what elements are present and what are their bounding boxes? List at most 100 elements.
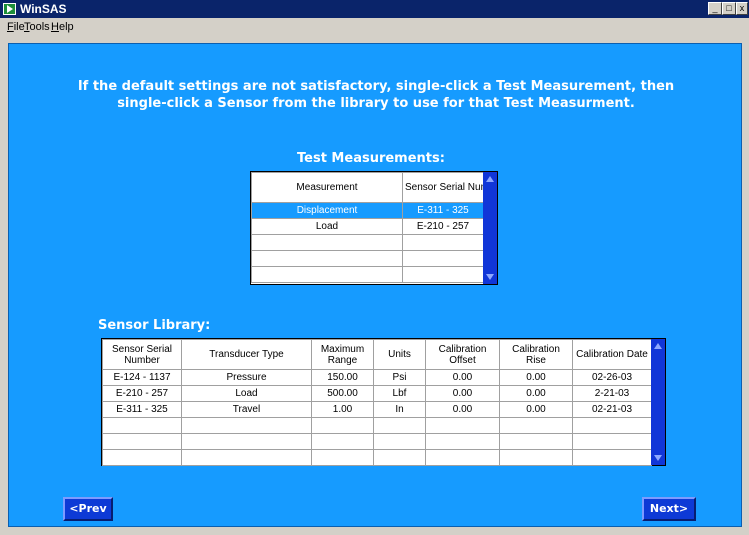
table-cell[interactable]: 500.00 <box>311 385 374 402</box>
sensor-library-header: Sensor Serial Number Transducer Type Max… <box>102 339 652 370</box>
table-cell[interactable] <box>181 417 312 434</box>
table-cell[interactable]: E-311 - 325 <box>102 401 182 418</box>
table-cell[interactable] <box>402 234 484 251</box>
column-header-sensor-serial-number[interactable]: Sensor Serial Number <box>402 172 484 203</box>
table-row[interactable] <box>102 449 652 466</box>
table-cell[interactable]: Lbf <box>373 385 426 402</box>
table-row[interactable] <box>251 234 484 251</box>
column-header-calibration-date[interactable]: Calibration Date <box>572 339 652 370</box>
table-cell[interactable]: E-311 - 325 <box>402 202 484 219</box>
table-cell[interactable] <box>102 433 182 450</box>
table-cell[interactable]: 1.00 <box>311 401 374 418</box>
menu-file[interactable]: File <box>7 21 25 33</box>
main-panel: If the default settings are not satisfac… <box>8 43 742 527</box>
menu-tools[interactable]: Tools <box>24 21 50 33</box>
close-button[interactable]: x <box>736 2 748 15</box>
table-cell[interactable] <box>402 250 484 267</box>
test-measurements-title: Test Measurements: <box>297 151 445 166</box>
table-cell[interactable] <box>373 433 426 450</box>
minimize-button[interactable]: _ <box>708 2 722 15</box>
table-cell[interactable]: 0.00 <box>425 385 500 402</box>
column-header-calibration-offset[interactable]: Calibration Offset <box>425 339 500 370</box>
table-cell[interactable] <box>499 433 573 450</box>
next-button[interactable]: Next> <box>642 497 696 521</box>
table-row[interactable] <box>251 250 484 267</box>
maximize-button[interactable]: □ <box>722 2 736 15</box>
sensor-library-table: Sensor Serial Number Transducer Type Max… <box>101 338 666 466</box>
table-cell[interactable]: 0.00 <box>499 385 573 402</box>
table-row[interactable]: Displacement E-311 - 325 <box>251 202 484 219</box>
table-cell[interactable] <box>251 234 403 251</box>
instructions-text: If the default settings are not satisfac… <box>9 78 743 112</box>
table-cell[interactable]: 0.00 <box>425 369 500 386</box>
menu-help[interactable]: Help <box>51 21 74 33</box>
instructions-line-2: single-click a Sensor from the library t… <box>117 96 635 111</box>
column-header-maximum-range[interactable]: Maximum Range <box>311 339 374 370</box>
table-cell[interactable] <box>425 433 500 450</box>
table-cell[interactable] <box>311 449 374 466</box>
scroll-down-arrow-icon[interactable] <box>654 455 662 461</box>
test-measurements-table: Measurement Sensor Serial Number Displac… <box>250 171 498 285</box>
table-cell[interactable] <box>572 417 652 434</box>
table-cell[interactable]: Displacement <box>251 202 403 219</box>
column-header-sensor-serial-number[interactable]: Sensor Serial Number <box>102 339 182 370</box>
sensor-library-title: Sensor Library: <box>98 318 211 333</box>
table-cell[interactable]: In <box>373 401 426 418</box>
test-measurements-header: Measurement Sensor Serial Number <box>251 172 484 203</box>
window-title: WinSAS <box>20 2 67 16</box>
table-row[interactable]: E-210 - 257 Load 500.00 Lbf 0.00 0.00 2-… <box>102 385 652 402</box>
table-row[interactable]: E-311 - 325 Travel 1.00 In 0.00 0.00 02-… <box>102 401 652 418</box>
scroll-down-arrow-icon[interactable] <box>486 274 494 280</box>
table-cell[interactable] <box>572 449 652 466</box>
table-cell[interactable] <box>499 449 573 466</box>
table-cell[interactable] <box>425 449 500 466</box>
table-cell[interactable] <box>311 433 374 450</box>
scroll-up-arrow-icon[interactable] <box>654 343 662 349</box>
table-cell[interactable]: Psi <box>373 369 426 386</box>
table-cell[interactable] <box>102 449 182 466</box>
title-bar: WinSAS _ □ x <box>0 0 749 18</box>
column-header-units[interactable]: Units <box>373 339 426 370</box>
table-row[interactable] <box>102 433 652 450</box>
table-cell[interactable] <box>402 266 484 283</box>
table-cell[interactable] <box>572 433 652 450</box>
sensor-library-scrollbar[interactable] <box>651 339 665 465</box>
table-cell[interactable] <box>311 417 374 434</box>
table-cell[interactable]: 2-21-03 <box>572 385 652 402</box>
column-header-measurement[interactable]: Measurement <box>251 172 403 203</box>
table-cell[interactable]: E-124 - 1137 <box>102 369 182 386</box>
table-cell[interactable] <box>373 417 426 434</box>
menu-bar: File Tools Help <box>0 18 749 36</box>
table-cell[interactable]: 0.00 <box>425 401 500 418</box>
table-cell[interactable]: 0.00 <box>499 369 573 386</box>
test-measurements-scrollbar[interactable] <box>483 172 497 284</box>
table-row[interactable] <box>251 266 484 283</box>
table-cell[interactable]: 02-21-03 <box>572 401 652 418</box>
table-cell[interactable] <box>373 449 426 466</box>
column-header-transducer-type[interactable]: Transducer Type <box>181 339 312 370</box>
table-row[interactable]: E-124 - 1137 Pressure 150.00 Psi 0.00 0.… <box>102 369 652 386</box>
table-cell[interactable]: E-210 - 257 <box>102 385 182 402</box>
table-cell[interactable] <box>181 433 312 450</box>
app-icon <box>3 3 16 15</box>
table-cell[interactable]: Load <box>181 385 312 402</box>
table-cell[interactable] <box>102 417 182 434</box>
prev-button[interactable]: <Prev <box>63 497 113 521</box>
table-cell[interactable]: 0.00 <box>499 401 573 418</box>
table-cell[interactable]: Load <box>251 218 403 235</box>
scroll-up-arrow-icon[interactable] <box>486 176 494 182</box>
table-cell[interactable]: 02-26-03 <box>572 369 652 386</box>
column-header-calibration-rise[interactable]: Calibration Rise <box>499 339 573 370</box>
table-cell[interactable] <box>181 449 312 466</box>
table-cell[interactable]: 150.00 <box>311 369 374 386</box>
table-cell[interactable] <box>499 417 573 434</box>
table-cell[interactable]: Pressure <box>181 369 312 386</box>
table-cell[interactable]: Travel <box>181 401 312 418</box>
table-cell[interactable] <box>251 266 403 283</box>
table-cell[interactable] <box>425 417 500 434</box>
table-row[interactable]: Load E-210 - 257 <box>251 218 484 235</box>
table-cell[interactable]: E-210 - 257 <box>402 218 484 235</box>
table-row[interactable] <box>102 417 652 434</box>
winsas-window: WinSAS _ □ x File Tools Help If the defa… <box>0 0 749 535</box>
table-cell[interactable] <box>251 250 403 267</box>
